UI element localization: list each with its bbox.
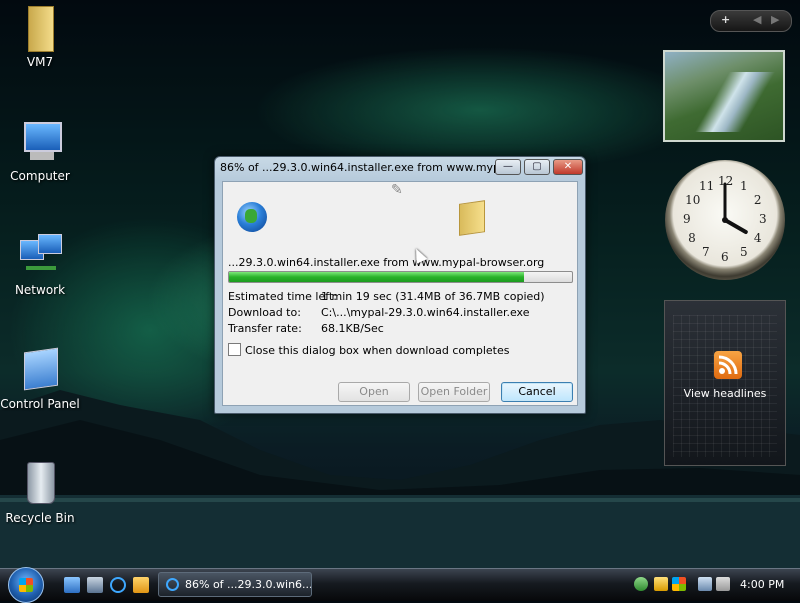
download-to-row: Download to: C:\...\mypal-29.3.0.win64.i… <box>228 306 529 319</box>
windows-flag-icon[interactable] <box>672 577 686 591</box>
desktop-icon-control-panel[interactable]: Control Panel <box>0 346 82 411</box>
browser-icon <box>166 578 179 591</box>
close-button[interactable]: ✕ <box>553 159 583 175</box>
open-button[interactable]: Open <box>338 382 410 402</box>
checkbox-label: Close this dialog box when download comp… <box>245 344 510 357</box>
desktop-icon-network[interactable]: Network <box>0 232 82 297</box>
download-to-label: Download to: <box>228 306 301 319</box>
transfer-rate-label: Transfer rate: <box>228 322 302 335</box>
open-folder-button[interactable]: Open Folder <box>418 382 490 402</box>
clock-number: 9 <box>683 212 691 226</box>
clock-number: 6 <box>721 250 729 264</box>
folder-icon <box>16 4 64 52</box>
slideshow-photo <box>695 72 775 132</box>
progress-fill <box>229 272 524 282</box>
estimated-time-value: 1 min 19 sec (31.4MB of 36.7MB copied) <box>321 290 545 303</box>
globe-icon <box>237 202 267 232</box>
task-label: 86% of ...29.3.0.win6... <box>185 578 312 591</box>
control-panel-icon <box>16 346 64 394</box>
taskbar-download-task[interactable]: 86% of ...29.3.0.win6... <box>158 572 312 597</box>
dialog-title: 86% of ...29.3.0.win64.installer.exe fro… <box>220 161 511 174</box>
clock-center <box>722 217 728 223</box>
gadget-background <box>673 315 777 457</box>
media-player-icon[interactable] <box>133 577 149 593</box>
network-icon <box>16 232 64 280</box>
clock-number: 3 <box>759 212 767 226</box>
folder-icon <box>459 200 485 236</box>
taskbar-clock[interactable]: 4:00 PM <box>740 578 784 591</box>
gadget-controls: + ◀ ▶ <box>710 10 792 32</box>
add-gadget-button[interactable]: + <box>721 13 730 26</box>
maximize-button[interactable]: ▢ <box>524 159 550 175</box>
internet-explorer-icon[interactable] <box>110 577 126 593</box>
clock-number: 1 <box>740 179 748 194</box>
feed-headlines-gadget[interactable]: View headlines <box>664 300 786 466</box>
desktop-icon-label: Recycle Bin <box>5 511 75 525</box>
slideshow-gadget[interactable] <box>663 50 785 142</box>
cancel-button[interactable]: Cancel <box>501 382 573 402</box>
users-icon[interactable] <box>634 577 648 591</box>
download-to-value: C:\...\mypal-29.3.0.win64.installer.exe <box>321 306 530 319</box>
download-progress-bar <box>228 271 573 283</box>
transfer-rate-value: 68.1KB/Sec <box>321 322 384 335</box>
download-progress-dialog: 86% of ...29.3.0.win64.installer.exe fro… <box>214 156 586 414</box>
desktop-icon-vm7[interactable]: VM7 <box>0 4 82 69</box>
clock-number: 8 <box>688 231 696 245</box>
desktop-icon-label: Network <box>14 283 66 297</box>
clock-number: 5 <box>740 244 748 259</box>
clock-number: 12 <box>718 174 734 188</box>
clock-number: 2 <box>753 193 762 207</box>
recycle-bin-icon <box>16 460 64 508</box>
minimize-button[interactable]: — <box>495 159 521 175</box>
download-source-text: ...29.3.0.win64.installer.exe from www.m… <box>228 256 545 269</box>
estimated-time-row: Estimated time left: 1 min 19 sec (31.4M… <box>228 290 545 303</box>
checkbox-box[interactable] <box>228 343 241 356</box>
clock-number: 7 <box>702 244 710 259</box>
gadget-prev-button[interactable]: ◀ <box>753 13 761 26</box>
clock-number: 11 <box>699 179 715 194</box>
rss-icon <box>714 351 742 379</box>
dialog-body: ✎ ...29.3.0.win64.installer.exe from www… <box>222 181 578 406</box>
security-shield-icon[interactable] <box>654 577 668 591</box>
flying-paper-icon: ✎ <box>391 182 403 198</box>
switch-windows-icon[interactable] <box>87 577 103 593</box>
taskbar: 86% of ...29.3.0.win6... 4:00 PM <box>0 567 800 603</box>
desktop-icon-recycle-bin[interactable]: Recycle Bin <box>0 460 82 525</box>
clock-hour-hand <box>723 218 748 234</box>
desktop-icon-label: Computer <box>10 169 70 183</box>
desktop-icon-computer[interactable]: Computer <box>0 118 82 183</box>
clock-number: 10 <box>685 193 701 207</box>
clock-number: 4 <box>753 231 762 245</box>
dialog-titlebar[interactable]: 86% of ...29.3.0.win64.installer.exe fro… <box>215 157 585 179</box>
clock-gadget[interactable]: 12 1 2 3 4 5 6 7 8 9 10 11 <box>665 160 785 280</box>
desktop-icon-label: VM7 <box>26 55 54 69</box>
windows-logo-icon <box>19 578 33 592</box>
volume-muted-icon[interactable] <box>716 577 730 591</box>
network-status-icon[interactable] <box>698 577 712 591</box>
close-when-complete-checkbox[interactable]: Close this dialog box when download comp… <box>228 343 509 357</box>
desktop-icon-label: Control Panel <box>0 397 80 411</box>
transfer-rate-row: Transfer rate: 68.1KB/Sec <box>228 322 384 335</box>
view-headlines-link[interactable]: View headlines <box>665 387 785 400</box>
start-button[interactable] <box>8 567 44 603</box>
show-desktop-icon[interactable] <box>64 577 80 593</box>
gadget-next-button[interactable]: ▶ <box>771 13 779 26</box>
computer-icon <box>16 118 64 166</box>
